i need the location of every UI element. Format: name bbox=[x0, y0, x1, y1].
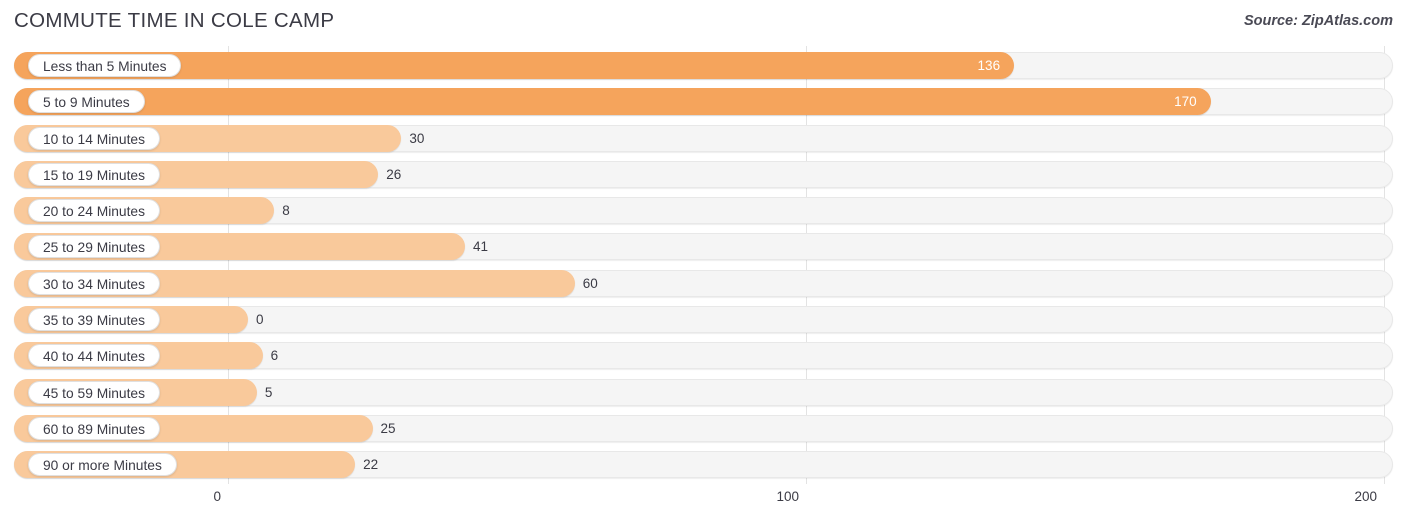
bar-row[interactable]: 60 30 to 34 Minutes bbox=[14, 269, 1393, 297]
bar-rows: 136 Less than 5 Minutes 170 5 to 9 Minutes 3… bbox=[0, 46, 1406, 484]
bar-category-label: 20 to 24 Minutes bbox=[28, 199, 161, 223]
bar-row[interactable]: 41 25 to 29 Minutes bbox=[14, 233, 1393, 261]
bar-row[interactable]: 6 40 to 44 Minutes bbox=[14, 342, 1393, 370]
chart-header: COMMUTE TIME IN COLE CAMP Source: ZipAtl… bbox=[0, 0, 1406, 46]
bar-row[interactable]: 0 35 to 39 Minutes bbox=[14, 305, 1393, 333]
bar-row[interactable]: 26 15 to 19 Minutes bbox=[14, 160, 1393, 188]
x-axis: 0 100 200 bbox=[0, 484, 1406, 524]
bar-category-label: 45 to 59 Minutes bbox=[28, 380, 161, 404]
bar-value-label: 60 bbox=[582, 275, 598, 291]
bar-row[interactable]: 25 60 to 89 Minutes bbox=[14, 414, 1393, 442]
bar-category-label: 5 to 9 Minutes bbox=[28, 90, 145, 114]
source-attribution: Source: ZipAtlas.com bbox=[1243, 13, 1393, 29]
page-title: COMMUTE TIME IN COLE CAMP bbox=[14, 9, 335, 32]
bar-value-label: 136 bbox=[977, 58, 1001, 73]
bar-row[interactable]: 5 45 to 59 Minutes bbox=[14, 378, 1393, 406]
bar-value-label: 41 bbox=[472, 239, 488, 255]
bar-row[interactable]: 170 5 to 9 Minutes bbox=[14, 88, 1393, 116]
bar-value-label: 30 bbox=[409, 130, 425, 146]
bar-row[interactable]: 8 20 to 24 Minutes bbox=[14, 197, 1393, 225]
bar-category-label: 35 to 39 Minutes bbox=[28, 307, 161, 331]
bar-row[interactable]: 22 90 or more Minutes bbox=[14, 451, 1393, 479]
bar-row[interactable]: 30 10 to 14 Minutes bbox=[14, 124, 1393, 152]
bar-category-label: 25 to 29 Minutes bbox=[28, 235, 161, 259]
bar-value-label: 5 bbox=[264, 384, 273, 400]
bar-value-label: 25 bbox=[380, 420, 396, 436]
bar-value-label: 8 bbox=[282, 203, 290, 219]
bar-value-label: 22 bbox=[363, 457, 379, 473]
bar-category-label: 30 to 34 Minutes bbox=[28, 271, 161, 295]
bar-fill[interactable] bbox=[14, 88, 1211, 116]
bar-row[interactable]: 136 Less than 5 Minutes bbox=[14, 52, 1393, 79]
bar-category-label: 40 to 44 Minutes bbox=[28, 344, 161, 368]
chart-plot-area: 136 Less than 5 Minutes 170 5 to 9 Minutes 3… bbox=[0, 46, 1406, 484]
bar-value-label: 26 bbox=[386, 166, 402, 182]
bar-value-label: 6 bbox=[270, 348, 279, 364]
bar-value-label: 170 bbox=[1174, 94, 1197, 110]
bar-category-label: Less than 5 Minutes bbox=[28, 54, 182, 77]
bar-category-label: 60 to 89 Minutes bbox=[28, 416, 161, 440]
bar-value-label: 0 bbox=[256, 311, 264, 327]
bar-category-label: 90 or more Minutes bbox=[28, 453, 177, 477]
x-axis-tick-label: 0 bbox=[213, 489, 221, 504]
x-axis-tick-label: 200 bbox=[1354, 489, 1377, 504]
bar-category-label: 10 to 14 Minutes bbox=[28, 126, 161, 150]
x-axis-tick-label: 100 bbox=[776, 489, 799, 504]
bar-category-label: 15 to 19 Minutes bbox=[28, 162, 161, 186]
